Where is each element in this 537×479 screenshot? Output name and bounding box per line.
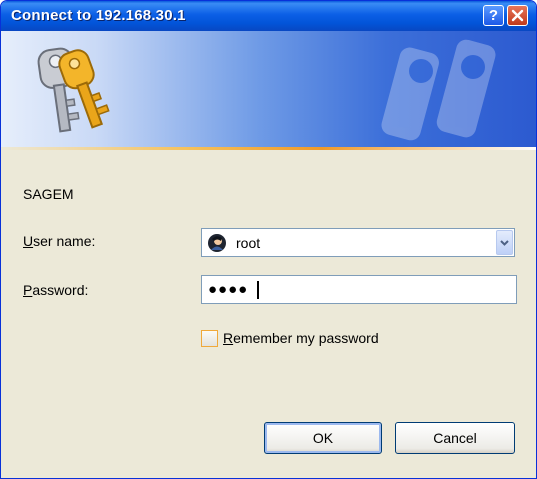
keys-icon bbox=[37, 47, 110, 133]
password-label: Password: bbox=[23, 282, 89, 298]
server-name: SAGEM bbox=[23, 186, 74, 202]
banner bbox=[1, 31, 536, 147]
close-icon bbox=[511, 9, 524, 22]
password-value: ●●●● bbox=[208, 281, 249, 298]
username-combobox[interactable]: root bbox=[201, 228, 515, 257]
chevron-down-icon bbox=[500, 239, 509, 246]
banner-divider bbox=[1, 147, 536, 150]
keys-watermark-icon bbox=[381, 39, 496, 141]
title-bar[interactable]: Connect to 192.168.30.1 ? bbox=[1, 1, 536, 31]
username-label: User name: bbox=[23, 233, 96, 249]
remember-password-label[interactable]: Remember my password bbox=[223, 330, 379, 346]
username-value: root bbox=[236, 235, 261, 251]
help-button[interactable]: ? bbox=[483, 5, 504, 26]
help-icon: ? bbox=[488, 7, 499, 24]
user-icon bbox=[208, 234, 226, 252]
password-field[interactable]: ●●●● bbox=[201, 275, 517, 304]
close-button[interactable] bbox=[507, 5, 528, 26]
cancel-button[interactable]: Cancel bbox=[395, 422, 515, 454]
remember-password-checkbox[interactable] bbox=[201, 330, 218, 347]
ok-button[interactable]: OK bbox=[264, 422, 382, 454]
text-caret bbox=[257, 281, 259, 299]
login-dialog: Connect to 192.168.30.1 ? SAGEM User nam… bbox=[0, 0, 537, 479]
window-title: Connect to 192.168.30.1 bbox=[11, 7, 186, 24]
username-dropdown-button[interactable] bbox=[496, 230, 513, 255]
